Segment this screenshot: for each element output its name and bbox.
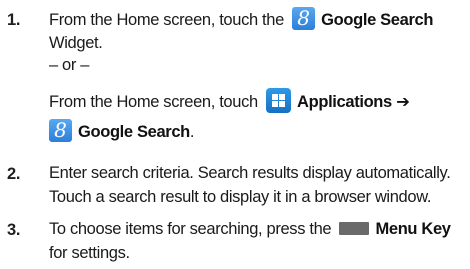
step-1-line-5: 8 Google Search. (49, 119, 195, 144)
applications-grid-icon (266, 88, 292, 113)
step-2-line-1: Enter search criteria. Search results di… (49, 163, 451, 183)
step-text: From the Home screen, touch the (49, 10, 284, 29)
or-separator: – or – (49, 56, 90, 74)
google-search-icon: 8 (292, 7, 316, 30)
step-3-line-1: To choose items for searching, press the… (49, 219, 451, 239)
step-number: 1. (7, 11, 21, 29)
applications-label: Applications (297, 92, 392, 111)
step-1-line-2: Widget. (49, 33, 103, 53)
step-text: To choose items for searching, press the (49, 220, 332, 238)
arrow-right-icon: ➔ (396, 91, 410, 111)
step-text: Widget. (49, 34, 103, 52)
step-1-separator: – or – (49, 55, 89, 75)
step-number: 3. (7, 221, 21, 239)
step-1-line-1: From the Home screen, touch the 8 Google … (49, 7, 434, 32)
step-text: for settings. (49, 244, 130, 262)
google-search-label: Google Search (321, 10, 434, 29)
step-text: From the Home screen, touch (49, 92, 258, 111)
step-text: . (189, 122, 195, 141)
google-search-icon: 8 (49, 119, 72, 142)
instruction-document: 1. From the Home screen, touch the 8 Goog… (0, 0, 470, 269)
step-3-line-2: for settings. (49, 243, 130, 263)
menu-key-label: Menu Key (375, 220, 451, 238)
google-search-label: Google Search (78, 122, 190, 141)
step-number: 2. (7, 165, 21, 183)
step-text: Enter search criteria. Search results di… (49, 164, 451, 182)
step-text: Touch a search result to display it in a… (49, 188, 432, 206)
step-2-line-2: Touch a search result to display it in a… (49, 187, 431, 207)
menu-key-icon (339, 222, 370, 236)
step-1-line-4: From the Home screen, touch Applications… (49, 88, 410, 115)
